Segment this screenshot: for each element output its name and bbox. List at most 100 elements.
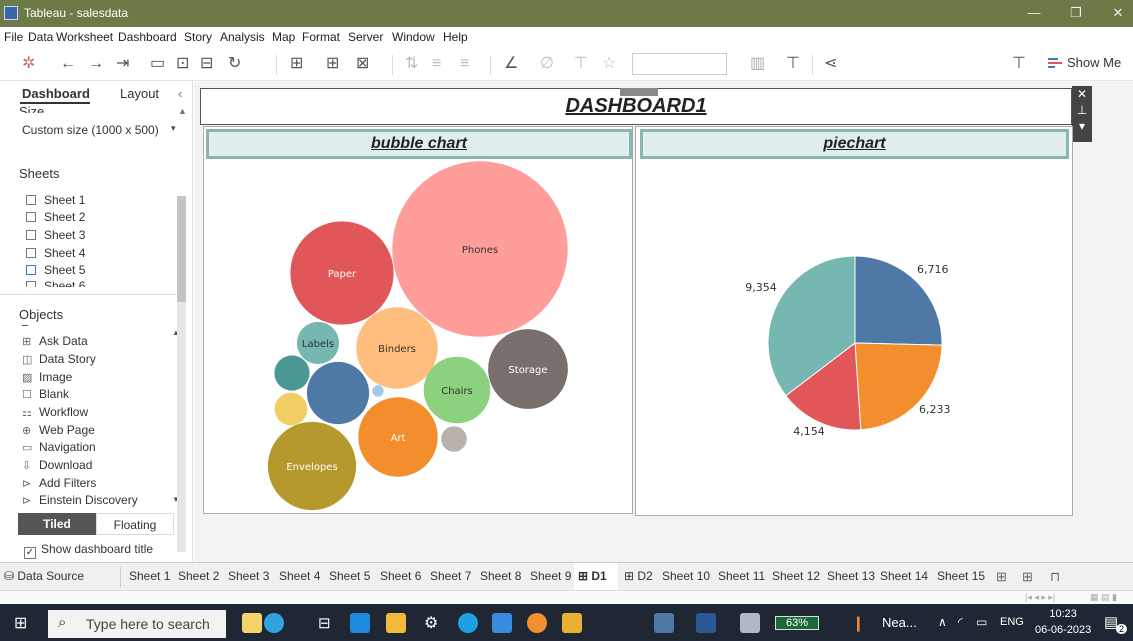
sort-asc-icon[interactable]: ≡ [432,54,441,74]
object-data-story[interactable]: ◫ Data Story [22,352,96,366]
windows-start-icon[interactable]: ⊞ [14,613,27,633]
close-button[interactable]: ✕ [1104,3,1132,23]
firefox-icon[interactable] [527,613,547,633]
tab-d1-active[interactable]: ⊞ D1 [574,563,618,590]
tab-sheet-4[interactable]: Sheet 4 [279,569,320,583]
cortana-icon[interactable] [264,613,284,633]
new-sheet-icon[interactable]: ⊞ [290,54,303,74]
share-icon[interactable]: ⋖ [824,54,837,74]
tab-sheet-15[interactable]: Sheet 15 [937,569,985,583]
menu-map[interactable]: Map [272,30,295,44]
object-add-filters[interactable]: ⊳ Add Filters [22,476,96,490]
sheet-item[interactable]: Sheet 2 [26,210,85,224]
highlight-icon[interactable]: ∠ [504,54,518,74]
redo-icon[interactable]: → [88,54,104,74]
tab-sheet-1[interactable]: Sheet 1 [129,569,170,583]
bubble-unlabeled-8[interactable] [274,355,310,391]
menu-dashboard[interactable]: Dashboard [118,30,177,44]
show-cards-icon[interactable]: ▥ [750,54,765,74]
teams-icon[interactable] [350,613,370,633]
sheet-item[interactable]: Sheet 1 [26,193,85,207]
taskbar-search-input[interactable]: Type here to search [48,610,226,638]
presentation-icon[interactable]: ⊤ [786,54,800,74]
show-me-icon[interactable] [1048,57,1062,69]
object-workflow[interactable]: ⚏ Workflow [22,405,88,419]
drag-handle[interactable] [620,88,658,96]
app-icon[interactable] [740,613,760,633]
labels-icon[interactable]: ⊤ [574,54,588,74]
scroll-up-icon[interactable]: ▲ [178,106,187,116]
battery-indicator[interactable]: 63% [775,616,819,630]
menu-worksheet[interactable]: Worksheet [56,30,113,44]
tab-sheet-12[interactable]: Sheet 12 [772,569,820,583]
tiled-toggle[interactable]: Tiled [18,513,96,535]
menu-format[interactable]: Format [302,30,340,44]
tab-dashboard[interactable]: Dashboard [22,86,90,101]
clock[interactable]: 10:23 06-06-2023 [1035,606,1091,638]
floating-toggle[interactable]: Floating [96,513,174,535]
pause-updates-icon[interactable]: ⊟ [200,54,213,74]
show-title-checkbox[interactable]: ✓ [24,547,36,559]
menu-data[interactable]: Data [28,30,53,44]
bubble-unlabeled-9[interactable] [306,361,370,425]
menu-file[interactable]: File [4,30,23,44]
tab-d2[interactable]: ⊞ D2 [624,569,653,583]
tab-layout[interactable]: Layout [120,86,159,101]
store-icon[interactable] [492,613,512,633]
pie-slice[interactable] [854,342,943,431]
object-einstein-discovery[interactable]: ⊳ Einstein Discovery [22,493,138,507]
battery-tray-icon[interactable]: ▭ [976,615,987,629]
menu-help[interactable]: Help [443,30,468,44]
object-ask-data[interactable]: ⊞ Ask Data [22,334,88,348]
pin-object-icon[interactable]: ⊥ [1072,102,1092,118]
object-navigation[interactable]: ▭ Navigation [22,440,96,454]
object-web-page[interactable]: ⊕ Web Page [22,423,95,437]
new-datasource-icon[interactable]: ⊡ [176,54,189,74]
tab-sheet-11[interactable]: Sheet 11 [718,569,765,583]
bubble-unlabeled-12[interactable] [441,426,467,452]
object-blank[interactable]: ☐ Blank [22,387,69,401]
save-icon[interactable]: ▭ [150,54,165,74]
bubble-chart[interactable]: Phones Paper Binders Storage Labels Chairs Art… [204,161,632,511]
collapse-panel-icon[interactable]: ‹ [178,86,182,101]
show-title-checkbox-row[interactable]: ✓ Show dashboard title [24,542,153,559]
pin-icon[interactable]: ☆ [602,54,616,74]
sheet-item[interactable]: Sheet 4 [26,246,85,260]
tab-sheet-2[interactable]: Sheet 2 [178,569,219,583]
format-painter-icon[interactable]: ⊤ [1012,54,1026,74]
bubble-unlabeled-11[interactable] [372,385,384,397]
show-me-button[interactable]: Show Me [1067,55,1121,70]
pie-chart[interactable]: 6,716 6,233 4,154 9,354 [636,163,1072,513]
sort-desc-icon[interactable]: ≡ [460,54,469,74]
weather-label[interactable]: Nea... [882,615,917,630]
object-download[interactable]: ⇩ Download [22,458,92,472]
tab-sheet-14[interactable]: Sheet 14 [880,569,928,583]
undo-icon[interactable]: ← [60,54,76,74]
size-dropdown-chevron-icon[interactable]: ▾ [171,123,176,134]
more-options-icon[interactable]: ▾ [1072,118,1092,134]
tab-sheet-10[interactable]: Sheet 10 [662,569,710,583]
bubble-unlabeled-10[interactable] [274,392,308,426]
object-image[interactable]: ▨ Image [22,370,72,384]
sheet-item[interactable]: Sheet 6 [26,279,85,287]
wifi-icon[interactable]: ◜ [958,615,963,629]
sheet-item[interactable]: Sheet 3 [26,228,85,242]
tab-sheet-6[interactable]: Sheet 6 [380,569,421,583]
menu-server[interactable]: Server [348,30,383,44]
swap-icon[interactable]: ⇥ [116,54,129,74]
tab-sheet-13[interactable]: Sheet 13 [827,569,875,583]
tableau-taskbar-icon[interactable] [654,613,674,633]
tab-sheet-8[interactable]: Sheet 8 [480,569,521,583]
minimize-button[interactable]: — [1020,3,1048,23]
clear-sheet-icon[interactable]: ⊠ [356,54,369,74]
new-dashboard-icon[interactable]: ⊞ [1022,569,1033,585]
word-icon[interactable] [696,613,716,633]
tab-sheet-3[interactable]: Sheet 3 [228,569,269,583]
tab-navigation-icons[interactable]: |◂ ◂ ▸ ▸| [1025,592,1055,603]
sheet-item[interactable]: Sheet 5 [26,263,85,277]
swap-rows-icon[interactable]: ⇅ [405,54,418,74]
panel-scrollbar-thumb[interactable] [177,196,186,302]
menu-story[interactable]: Story [184,30,212,44]
settings-icon[interactable]: ⚙ [424,613,438,633]
bubble-chart-sheet[interactable]: bubble chart Phones Paper Binders Storage La… [203,126,633,514]
